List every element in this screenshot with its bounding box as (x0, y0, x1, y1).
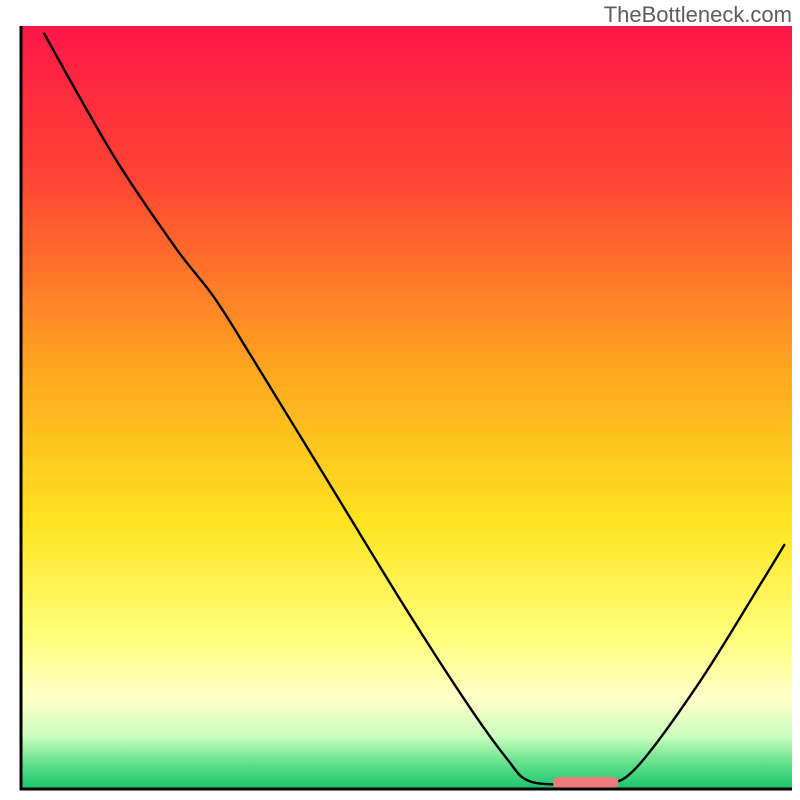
gradient-background (21, 26, 792, 789)
optimal-range-marker (553, 777, 619, 789)
bottleneck-chart (0, 0, 800, 800)
